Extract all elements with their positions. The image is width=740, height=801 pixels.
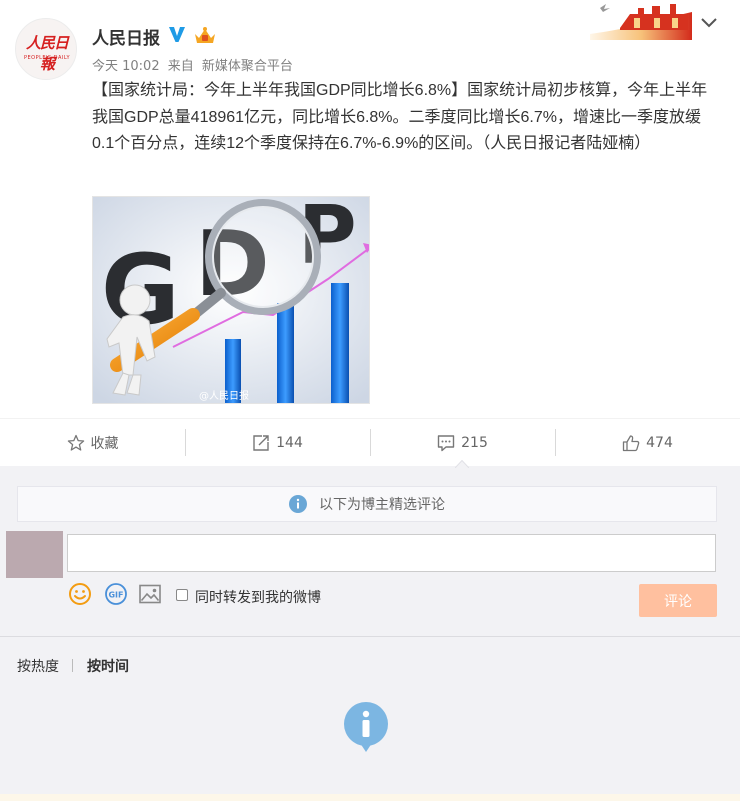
image-watermark: @人民日报 bbox=[199, 389, 249, 402]
repost-checkbox-label[interactable]: 同时转发到我的微博 bbox=[195, 587, 321, 607]
footer-strip bbox=[0, 794, 740, 801]
great-wall-banner bbox=[590, 0, 692, 40]
image-icon[interactable] bbox=[138, 582, 162, 606]
user-avatar[interactable]: 人民日報 PEOPLE'S DAILY bbox=[15, 18, 77, 80]
repost-button[interactable]: 144 bbox=[185, 419, 370, 466]
comment-input[interactable] bbox=[67, 534, 716, 572]
sort-separator bbox=[72, 659, 73, 672]
avatar-logo: 人民日報 bbox=[25, 34, 69, 73]
comment-button[interactable]: 215 bbox=[370, 419, 555, 466]
selected-comments-notice: 以下为博主精选评论 bbox=[17, 486, 717, 522]
svg-text:GIF: GIF bbox=[108, 591, 123, 600]
like-icon bbox=[622, 434, 640, 451]
star-icon bbox=[67, 434, 84, 451]
sort-by-hot-tab[interactable]: 按热度 bbox=[17, 656, 59, 676]
emoji-icon[interactable] bbox=[68, 582, 92, 606]
crown-icon bbox=[195, 27, 215, 43]
empty-state-info-icon bbox=[344, 702, 388, 752]
section-divider bbox=[0, 636, 740, 637]
comment-icon bbox=[437, 434, 455, 451]
submit-comment-button[interactable]: 评论 bbox=[639, 584, 717, 617]
post-text: 【国家统计局：今年上半年我国GDP同比增长6.8%】国家统计局初步核算，今年上半… bbox=[92, 82, 708, 152]
username[interactable]: 人民日报 bbox=[92, 24, 160, 49]
gdp-illustration: G D P @人民日报 bbox=[93, 197, 369, 403]
current-user-avatar[interactable] bbox=[6, 531, 63, 578]
post-time[interactable]: 今天 10:02 bbox=[92, 59, 160, 74]
like-count: 474 bbox=[646, 434, 673, 451]
comment-panel-pointer bbox=[455, 460, 469, 468]
repost-icon bbox=[253, 434, 269, 451]
favorite-label: 收藏 bbox=[90, 435, 119, 452]
post-action-bar: 收藏 144 215 474 bbox=[0, 418, 740, 466]
comment-count: 215 bbox=[461, 434, 488, 451]
weibo-post-card: 人民日報 PEOPLE'S DAILY 人民日报 今天 10:02 来自 新媒体… bbox=[0, 0, 740, 466]
bar-3 bbox=[331, 283, 349, 403]
comment-panel: 以下为博主精选评论 GIF 同时转发到我的微博 评论 按热度 按时间 bbox=[0, 466, 740, 801]
post-source[interactable]: 新媒体聚合平台 bbox=[202, 59, 293, 74]
avatar-logo-english: PEOPLE'S DAILY bbox=[23, 55, 71, 61]
repost-count: 144 bbox=[276, 434, 303, 451]
chevron-down-icon[interactable] bbox=[700, 16, 718, 30]
favorite-button[interactable]: 收藏 bbox=[0, 419, 185, 466]
verified-icon bbox=[169, 27, 185, 42]
repost-checkbox[interactable] bbox=[176, 589, 188, 601]
gif-icon[interactable]: GIF bbox=[104, 582, 128, 606]
bar-2 bbox=[277, 303, 294, 403]
post-meta: 今天 10:02 来自 新媒体聚合平台 bbox=[92, 55, 297, 74]
sort-by-time-tab[interactable]: 按时间 bbox=[87, 656, 129, 676]
post-image[interactable]: G D P @人民日报 bbox=[92, 196, 370, 404]
info-icon bbox=[289, 495, 307, 513]
like-button[interactable]: 474 bbox=[555, 419, 740, 466]
source-prefix: 来自 bbox=[167, 59, 194, 74]
notice-text: 以下为博主精选评论 bbox=[319, 497, 445, 513]
